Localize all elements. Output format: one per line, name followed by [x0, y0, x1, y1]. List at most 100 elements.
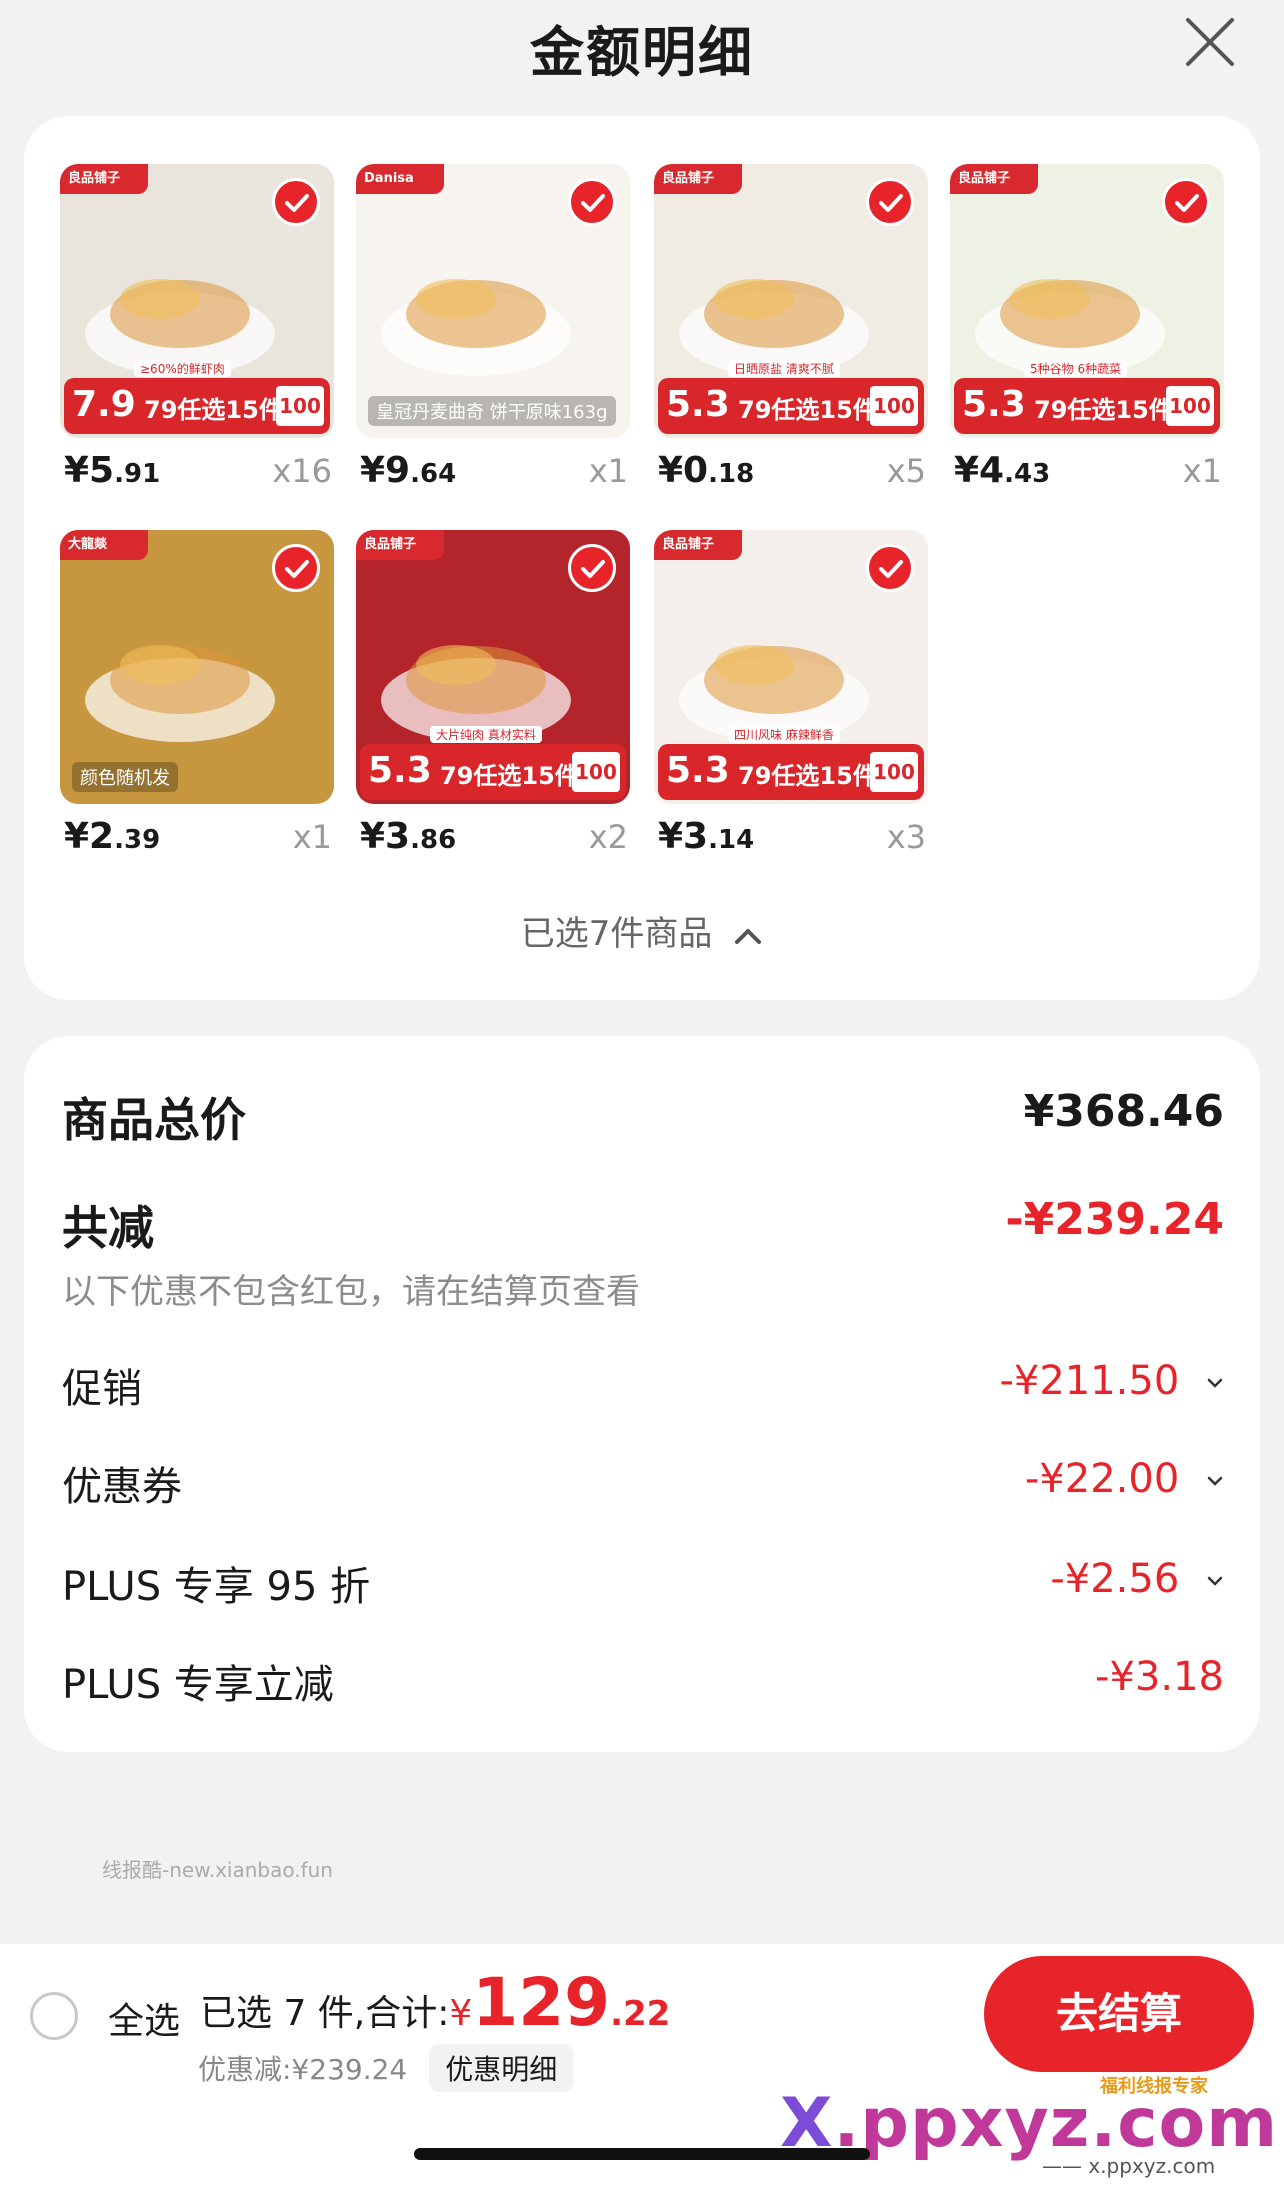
chevron-up-icon — [735, 928, 762, 944]
promotion-label: 促销 — [62, 1366, 142, 1412]
selected-summary-toggle[interactable]: 已选7件商品 — [24, 906, 1260, 955]
promo-price: 5.3 — [368, 750, 432, 791]
total-decimal: .22 — [610, 1994, 671, 2034]
product-thumbnail[interactable]: 良品铺子四川风味 麻辣鲜香 5.3 79任选15件 100 — [654, 530, 928, 804]
select-all-label[interactable]: 全选 — [108, 1992, 180, 2044]
product-quantity: x16 — [272, 452, 332, 490]
watermark-text: 线报酷-new.xianbao.fun — [102, 1858, 333, 1882]
product-thumbnail[interactable]: 大龍燚 颜色随机发 — [60, 530, 334, 804]
promo-note: 四川风味 麻辣鲜香 — [728, 726, 840, 743]
promo-text: 79任选15件 — [738, 762, 877, 790]
product-item[interactable]: 良品铺子 ≥60%的鲜虾肉 7.9 79任选15件 100 ¥5.91 x16 — [60, 164, 334, 498]
product-thumbnail[interactable]: Danisa 皇冠丹麦曲奇 饼干原味163g — [356, 164, 630, 438]
products-card: 良品铺子 ≥60%的鲜虾肉 7.9 79任选15件 100 ¥5.91 x16 Danisa 皇… — [24, 116, 1260, 1000]
price-summary-card: 商品总价 ¥368.46 共减 -¥239.24 以下优惠不包含红包，请在结算页… — [24, 1036, 1260, 1752]
logo-badge: 福利线报专家 — [1100, 2076, 1208, 2097]
reduce-label: 共减 — [62, 1201, 154, 1255]
plus-discount-row[interactable]: -¥2.56 — [1050, 1556, 1224, 1602]
currency-symbol: ¥ — [449, 1993, 473, 2034]
checkmark-icon[interactable] — [272, 544, 320, 592]
brand-tag: 良品铺子 — [356, 530, 444, 560]
checkmark-icon[interactable] — [568, 178, 616, 226]
close-button[interactable] — [1182, 14, 1238, 70]
promo-strip: ≥60%的鲜虾肉 7.9 79任选15件 100 — [64, 360, 330, 434]
promo-box: 100 — [870, 752, 918, 792]
brand-tag: 良品铺子 — [654, 164, 742, 194]
coupon-value: -¥22.00 — [1024, 1456, 1180, 1502]
promo-box: 100 — [870, 386, 918, 426]
product-price: ¥9.64 — [360, 450, 456, 491]
checkout-button[interactable]: 去结算 — [984, 1956, 1254, 2072]
checkmark-icon[interactable] — [1162, 178, 1210, 226]
product-item[interactable]: Danisa 皇冠丹麦曲奇 饼干原味163g ¥9.64 x1 — [356, 164, 630, 498]
coupon-label: 优惠券 — [62, 1464, 182, 1510]
discount-line: 优惠减:¥239.24 优惠明细 — [198, 2044, 574, 2092]
promo-note: 5种谷物 6种蔬菜 — [1024, 360, 1128, 377]
price-row: ¥4.43 x1 — [950, 438, 1224, 498]
plus-reduce-value: -¥3.18 — [1095, 1654, 1224, 1700]
coupon-row[interactable]: -¥22.00 — [1025, 1456, 1224, 1502]
promo-strip: 日晒原盐 清爽不腻 5.3 79任选15件 100 — [658, 360, 924, 434]
product-item[interactable]: 良品铺子 大片纯肉 真材实料 5.3 79任选15件 100 ¥3.86 x2 — [356, 530, 630, 864]
product-price: ¥3.14 — [658, 816, 754, 857]
select-all-radio[interactable] — [30, 1992, 78, 2040]
selected-summary-label: 已选7件商品 — [520, 914, 713, 954]
price-integer: ¥3 — [360, 816, 411, 857]
product-thumbnail[interactable]: 良品铺子 大片纯肉 真材实料 5.3 79任选15件 100 — [356, 530, 630, 804]
price-integer: ¥0 — [658, 450, 709, 491]
checkmark-icon[interactable] — [272, 178, 320, 226]
promo-text: 79任选15件 — [738, 396, 877, 424]
brand-tag: 良品铺子 — [950, 164, 1038, 194]
site-logo: X.ppxyz.com —— x.ppxyz.com —— 福利线报专家 — [780, 2076, 1277, 2188]
promo-price: 7.9 — [72, 384, 136, 425]
checkmark-icon[interactable] — [866, 178, 914, 226]
price-row: ¥5.91 x16 — [60, 438, 334, 498]
price-integer: ¥3 — [658, 816, 709, 857]
promo-price: 5.3 — [962, 384, 1026, 425]
logo-subtext: —— x.ppxyz.com —— — [1042, 2154, 1216, 2188]
header: 金额明细 — [0, 0, 1284, 110]
product-thumbnail[interactable]: 良品铺子 日晒原盐 清爽不腻 5.3 79任选15件 100 — [654, 164, 928, 438]
promo-price: 5.3 — [666, 750, 730, 791]
total-integer: 129 — [472, 1964, 611, 2041]
price-row: ¥2.39 x1 — [60, 804, 334, 864]
product-quantity: x2 — [588, 818, 628, 856]
promotion-value: -¥211.50 — [999, 1358, 1180, 1404]
promotion-row[interactable]: -¥211.50 — [999, 1358, 1224, 1404]
promo-strip: 四川风味 麻辣鲜香 5.3 79任选15件 100 — [658, 726, 924, 800]
checkmark-icon[interactable] — [568, 544, 616, 592]
total-line: 已选 7 件,合计:¥129.22 — [200, 1964, 670, 2041]
plus-discount-label: PLUS 专享 95 折 — [62, 1564, 371, 1610]
price-row: ¥3.14 x3 — [654, 804, 928, 864]
product-item[interactable]: 良品铺子 5种谷物 6种蔬菜 5.3 79任选15件 100 ¥4.43 x1 — [950, 164, 1224, 498]
product-thumbnail[interactable]: 良品铺子 5种谷物 6种蔬菜 5.3 79任选15件 100 — [950, 164, 1224, 438]
price-decimal: .43 — [1004, 459, 1051, 489]
product-item[interactable]: 良品铺子四川风味 麻辣鲜香 5.3 79任选15件 100 ¥3.14 x3 — [654, 530, 928, 864]
product-caption: 皇冠丹麦曲奇 饼干原味163g — [368, 396, 616, 426]
price-decimal: .14 — [708, 825, 755, 855]
product-quantity: x5 — [886, 452, 926, 490]
checkmark-icon[interactable] — [866, 544, 914, 592]
close-icon — [1186, 18, 1234, 66]
brand-tag: 良品铺子 — [654, 530, 742, 560]
product-item[interactable]: 大龍燚 颜色随机发 ¥2.39 x1 — [60, 530, 334, 864]
discount-note: 以下优惠不包含红包，请在结算页查看 — [62, 1272, 640, 1312]
price-decimal: .64 — [410, 459, 457, 489]
product-price: ¥3.86 — [360, 816, 456, 857]
promo-strip: 5种谷物 6种蔬菜 5.3 79任选15件 100 — [954, 360, 1220, 434]
brand-tag: 良品铺子 — [60, 164, 148, 194]
promo-box: 100 — [1166, 386, 1214, 426]
product-caption: 颜色随机发 — [72, 762, 178, 792]
product-thumbnail[interactable]: 良品铺子 ≥60%的鲜虾肉 7.9 79任选15件 100 — [60, 164, 334, 438]
home-indicator — [414, 2148, 870, 2160]
page-title: 金额明细 — [530, 21, 754, 84]
total-label: 商品总价 — [62, 1093, 246, 1147]
price-integer: ¥4 — [954, 450, 1005, 491]
product-item[interactable]: 良品铺子 日晒原盐 清爽不腻 5.3 79任选15件 100 ¥0.18 x5 — [654, 164, 928, 498]
product-price: ¥2.39 — [64, 816, 160, 857]
price-integer: ¥2 — [64, 816, 115, 857]
discount-detail-button[interactable]: 优惠明细 — [429, 2044, 574, 2092]
chevron-down-icon — [1207, 1576, 1223, 1586]
promo-price: 5.3 — [666, 384, 730, 425]
promo-box: 100 — [276, 386, 324, 426]
